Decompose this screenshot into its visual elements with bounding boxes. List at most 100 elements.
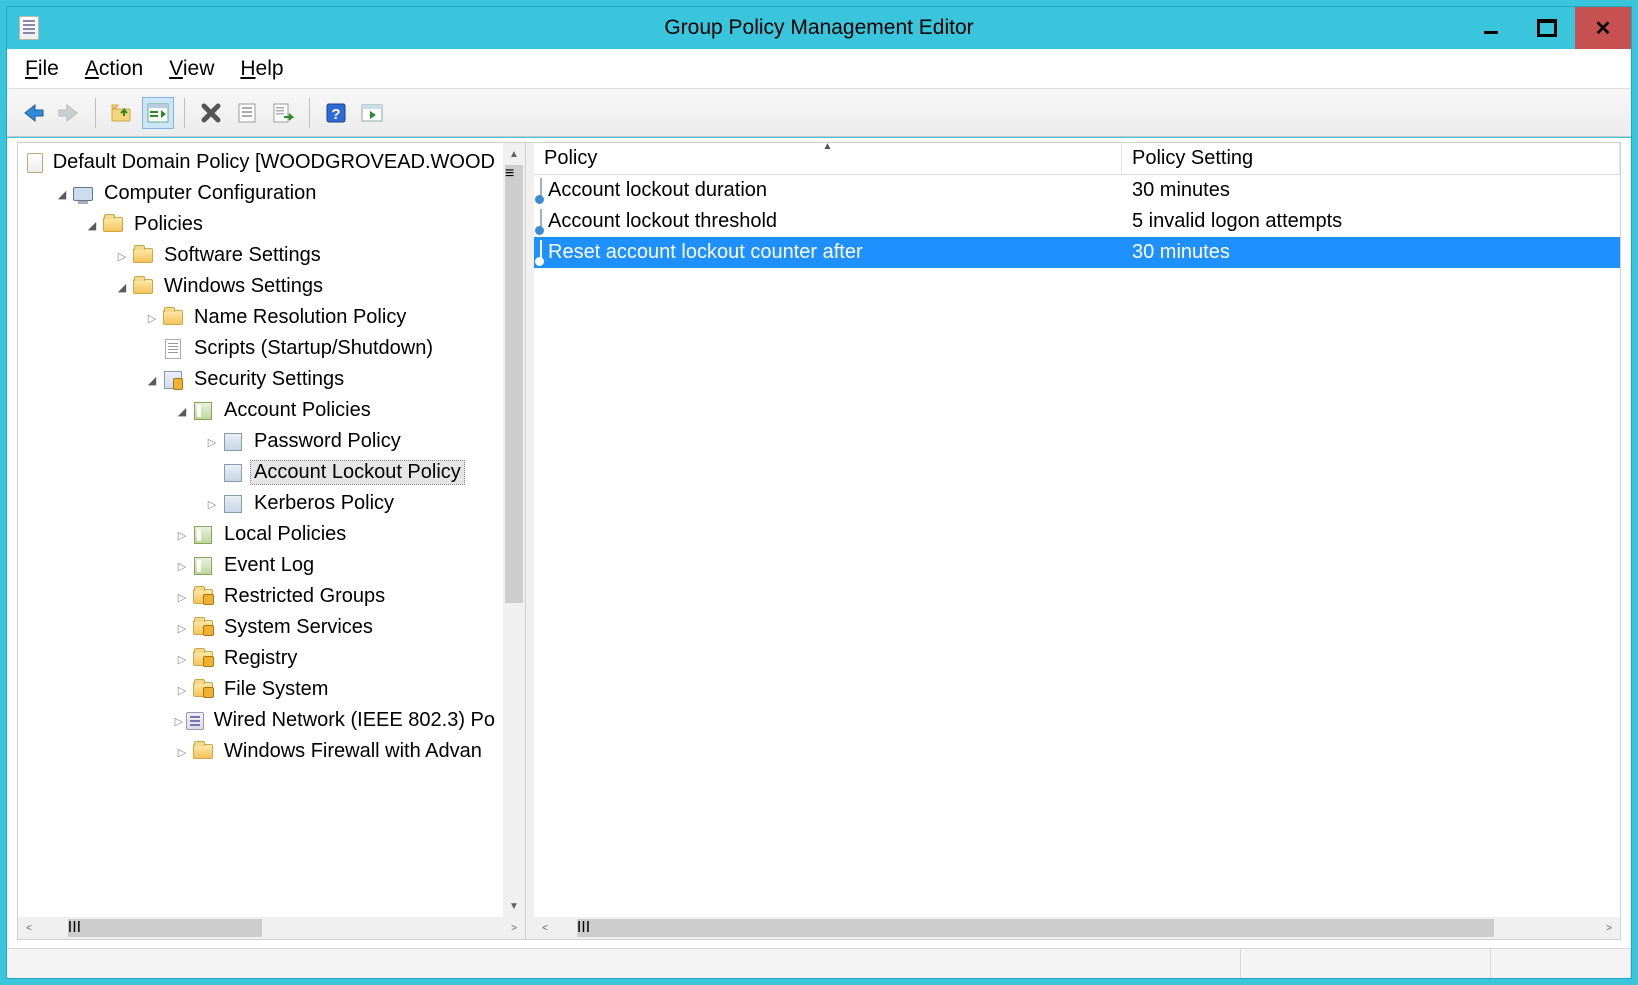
properties-icon xyxy=(236,102,258,124)
policy-icon xyxy=(222,462,244,484)
arrow-left-icon xyxy=(21,102,45,124)
scroll-left-icon[interactable]: < xyxy=(18,917,40,939)
back-button[interactable] xyxy=(17,97,49,129)
policy-item-icon xyxy=(540,241,542,264)
tree-body: Default Domain Policy [WOODGROVEAD.WOOD … xyxy=(18,143,525,917)
tree-computer-configuration[interactable]: Computer Configuration xyxy=(18,178,503,209)
scroll-right-icon[interactable]: > xyxy=(503,917,525,939)
tree-software-settings[interactable]: Software Settings xyxy=(18,240,503,271)
filter-button[interactable] xyxy=(356,97,388,129)
content-area: Default Domain Policy [WOODGROVEAD.WOOD … xyxy=(7,137,1631,948)
scroll-icon xyxy=(27,152,43,174)
tree-security-settings[interactable]: Security Settings xyxy=(18,364,503,395)
tree-restricted-groups[interactable]: Restricted Groups xyxy=(18,581,503,612)
security-icon xyxy=(162,369,184,391)
status-cell xyxy=(1241,949,1491,978)
folder-lock-icon xyxy=(192,617,214,639)
tree-windows-settings[interactable]: Windows Settings xyxy=(18,271,503,302)
folder-lock-icon xyxy=(192,648,214,670)
scroll-track[interactable]: III xyxy=(556,917,1598,939)
properties-button[interactable] xyxy=(231,97,263,129)
menu-bar: File Action View Help xyxy=(7,49,1631,89)
folder-icon xyxy=(162,307,184,329)
tree-root[interactable]: Default Domain Policy [WOODGROVEAD.WOOD xyxy=(18,147,503,178)
tree-password-policy[interactable]: Password Policy xyxy=(18,426,503,457)
content-inner: Default Domain Policy [WOODGROVEAD.WOOD … xyxy=(17,142,1621,940)
status-cell xyxy=(7,949,1241,978)
help-icon: ? xyxy=(325,102,347,124)
list-body[interactable]: Account lockout duration 30 minutes Acco… xyxy=(534,175,1620,917)
export-list-icon xyxy=(272,102,294,124)
app-window: Group Policy Management Editor ✕ File Ac… xyxy=(6,6,1632,979)
menu-action[interactable]: Action xyxy=(85,57,143,81)
policy-book-icon xyxy=(192,400,214,422)
folder-icon xyxy=(192,741,214,763)
window-controls: ✕ xyxy=(1463,7,1631,49)
delete-x-icon xyxy=(200,102,222,124)
minimize-button[interactable] xyxy=(1463,7,1519,49)
menu-view[interactable]: View xyxy=(169,57,214,81)
tree-kerberos-policy[interactable]: Kerberos Policy xyxy=(18,488,503,519)
scroll-thumb[interactable]: III xyxy=(68,919,262,937)
window-play-icon xyxy=(360,102,384,124)
scroll-up-icon[interactable]: ▲ xyxy=(503,143,525,165)
tree-event-log[interactable]: Event Log xyxy=(18,550,503,581)
export-button[interactable] xyxy=(267,97,299,129)
scroll-thumb[interactable]: ≡ xyxy=(505,165,523,603)
folder-lock-icon xyxy=(192,679,214,701)
scroll-down-icon[interactable]: ▼ xyxy=(503,895,525,917)
tree-windows-firewall[interactable]: Windows Firewall with Advan xyxy=(18,736,503,767)
column-header-setting[interactable]: Policy Setting xyxy=(1122,143,1620,174)
tree-wired-network[interactable]: Wired Network (IEEE 802.3) Po xyxy=(18,705,503,736)
policy-item-icon xyxy=(540,210,542,233)
gpo-tree[interactable]: Default Domain Policy [WOODGROVEAD.WOOD … xyxy=(18,143,503,917)
scroll-left-icon[interactable]: < xyxy=(534,917,556,939)
window-title: Group Policy Management Editor xyxy=(7,16,1631,40)
tree-account-lockout-policy[interactable]: Account Lockout Policy xyxy=(18,457,503,488)
folder-icon xyxy=(132,245,154,267)
maximize-button[interactable] xyxy=(1519,7,1575,49)
script-icon xyxy=(162,338,184,360)
tree-local-policies[interactable]: Local Policies xyxy=(18,519,503,550)
toolbar-separator xyxy=(184,98,185,128)
tree-file-system[interactable]: File System xyxy=(18,674,503,705)
scroll-track[interactable]: ≡ xyxy=(503,165,525,895)
tree-account-policies[interactable]: Account Policies xyxy=(18,395,503,426)
status-cell xyxy=(1491,949,1631,978)
splitter[interactable] xyxy=(526,143,534,939)
tree-system-services[interactable]: System Services xyxy=(18,612,503,643)
tree-name-resolution-policy[interactable]: Name Resolution Policy xyxy=(18,302,503,333)
column-header-policy[interactable]: Policy ▲ xyxy=(534,143,1122,174)
close-button[interactable]: ✕ xyxy=(1575,7,1631,49)
scroll-thumb[interactable]: III xyxy=(577,919,1494,937)
tree-scripts[interactable]: Scripts (Startup/Shutdown) xyxy=(18,333,503,364)
policy-item-icon xyxy=(540,179,542,202)
tree-policies[interactable]: Policies xyxy=(18,209,503,240)
delete-button[interactable] xyxy=(195,97,227,129)
network-icon xyxy=(186,710,204,732)
list-row[interactable]: Account lockout threshold 5 invalid logo… xyxy=(534,206,1620,237)
status-bar xyxy=(7,948,1631,978)
scroll-track[interactable]: III xyxy=(40,917,503,939)
tree-pane: Default Domain Policy [WOODGROVEAD.WOOD … xyxy=(18,143,526,939)
tree-vertical-scrollbar[interactable]: ▲ ≡ ▼ xyxy=(503,143,525,917)
svg-text:?: ? xyxy=(331,106,340,123)
folder-up-icon xyxy=(110,102,134,124)
up-button[interactable] xyxy=(106,97,138,129)
list-header: Policy ▲ Policy Setting xyxy=(534,143,1620,175)
list-row[interactable]: Account lockout duration 30 minutes xyxy=(534,175,1620,206)
title-bar[interactable]: Group Policy Management Editor ✕ xyxy=(7,7,1631,49)
help-button[interactable]: ? xyxy=(320,97,352,129)
show-hide-tree-button[interactable] xyxy=(142,97,174,129)
list-row[interactable]: Reset account lockout counter after 30 m… xyxy=(534,237,1620,268)
list-horizontal-scrollbar[interactable]: < III > xyxy=(534,917,1620,939)
tree-registry[interactable]: Registry xyxy=(18,643,503,674)
policy-book-icon xyxy=(192,555,214,577)
tree-horizontal-scrollbar[interactable]: < III > xyxy=(18,917,525,939)
sort-ascending-icon: ▲ xyxy=(823,141,833,152)
scroll-right-icon[interactable]: > xyxy=(1598,917,1620,939)
folder-lock-icon xyxy=(192,586,214,608)
menu-file[interactable]: File xyxy=(25,57,59,81)
menu-help[interactable]: Help xyxy=(240,57,283,81)
forward-button[interactable] xyxy=(53,97,85,129)
